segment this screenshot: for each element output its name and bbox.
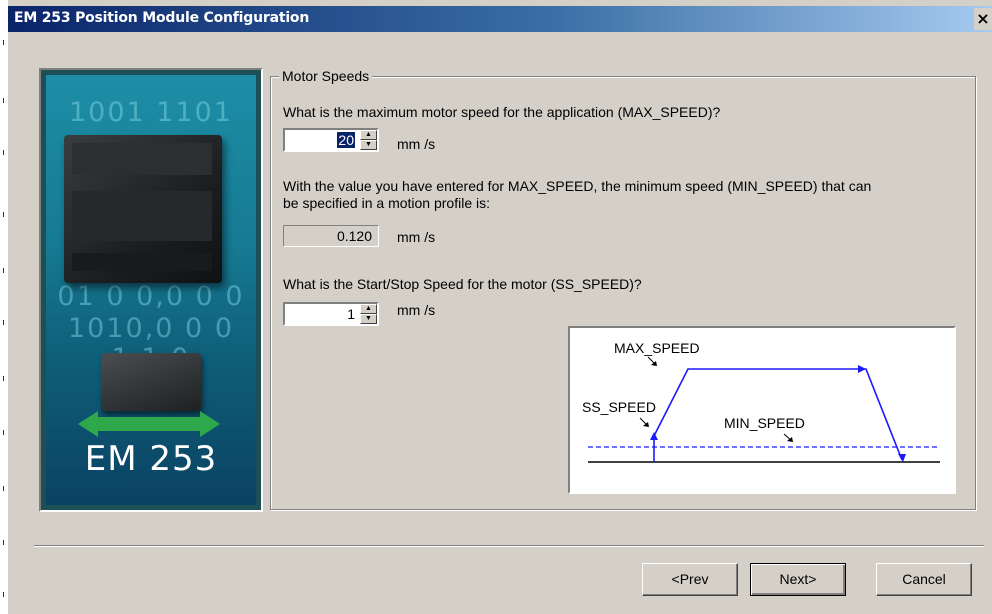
- min-speed-info-line2: be specified in a motion profile is:: [283, 195, 490, 211]
- page-edge: [0, 0, 8, 614]
- arrow-right-icon: [200, 411, 220, 437]
- max-speed-spinner[interactable]: 20 ▲ ▼: [283, 128, 379, 152]
- configuration-dialog: EM 253 Position Module Configuration × 1…: [8, 0, 992, 614]
- arrow-down-icon: [898, 454, 906, 462]
- spin-up-icon[interactable]: ▲: [360, 130, 377, 140]
- binary-text-line: 01 0 0,0 0 0: [57, 281, 245, 312]
- spin-down-icon[interactable]: ▼: [360, 314, 377, 324]
- position-module-image: [101, 353, 201, 411]
- min-speed-label: MIN_SPEED: [724, 415, 805, 431]
- em253-product-image: 1001 1101 1 0 1 01 0 0,0 0 0 1010,0 0 0 …: [46, 75, 256, 505]
- min-speed-info-line1: With the value you have entered for MAX_…: [283, 178, 872, 194]
- arrow-up-icon: [650, 432, 658, 440]
- close-icon[interactable]: ×: [974, 8, 992, 30]
- window-title: EM 253 Position Module Configuration: [14, 10, 310, 26]
- brand-label: EM 253: [84, 439, 218, 479]
- spin-down-icon[interactable]: ▼: [360, 140, 377, 150]
- max-speed-unit: mm /s: [397, 136, 436, 152]
- title-bar: EM 253 Position Module Configuration ×: [8, 6, 992, 32]
- separator-highlight: [34, 546, 984, 547]
- arrow-left-icon: [78, 411, 98, 437]
- max-speed-question: What is the maximum motor speed for the …: [283, 104, 721, 120]
- side-illustration: 1001 1101 1 0 1 01 0 0,0 0 0 1010,0 0 0 …: [39, 68, 263, 512]
- speed-profile-diagram: MAX_SPEED SS_SPEED MIN_SPEED: [568, 326, 956, 494]
- pointer-arrowhead-icon: [643, 422, 649, 427]
- arrow-bar: [96, 417, 202, 431]
- prev-button[interactable]: <Prev: [642, 563, 738, 596]
- min-speed-value: 0.120: [336, 228, 372, 244]
- max-speed-label: MAX_SPEED: [614, 340, 700, 356]
- pointer-arrowhead-icon: [651, 361, 657, 366]
- cancel-button[interactable]: Cancel: [876, 563, 972, 596]
- ss-speed-unit: mm /s: [397, 302, 436, 318]
- plc-cpu-image: [64, 135, 222, 283]
- arrow-right-icon: [858, 365, 866, 373]
- next-button[interactable]: Next>: [750, 563, 846, 596]
- binary-text-line: 1010,0 0 0: [68, 313, 234, 344]
- ss-speed-label: SS_SPEED: [582, 399, 656, 415]
- ss-speed-value[interactable]: 1: [347, 306, 355, 322]
- ss-speed-question: What is the Start/Stop Speed for the mot…: [283, 276, 642, 292]
- speed-profile-svg: MAX_SPEED SS_SPEED MIN_SPEED: [582, 340, 940, 463]
- spin-up-icon[interactable]: ▲: [360, 304, 377, 314]
- min-speed-unit: mm /s: [397, 229, 436, 245]
- binary-text-line: 1001 1101: [68, 97, 233, 128]
- min-speed-readonly-field: 0.120: [283, 225, 379, 247]
- group-title: Motor Speeds: [279, 68, 373, 84]
- ss-speed-spinner[interactable]: 1 ▲ ▼: [283, 302, 379, 326]
- max-speed-value[interactable]: 20: [337, 132, 355, 148]
